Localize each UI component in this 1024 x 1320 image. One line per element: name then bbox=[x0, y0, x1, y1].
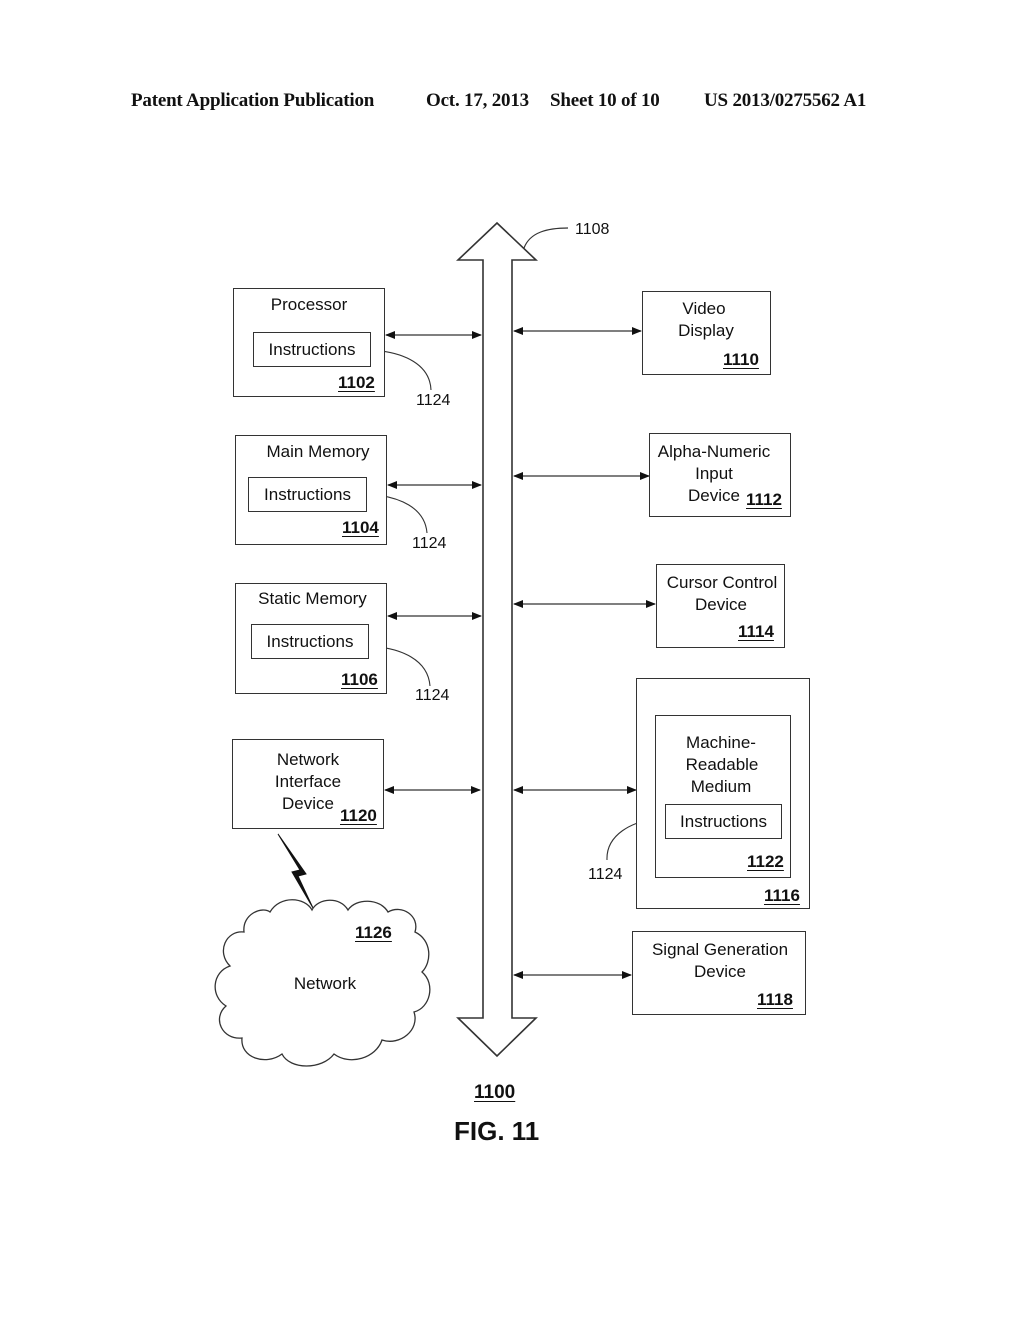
drive-unit-ref: 1116 bbox=[764, 886, 800, 905]
network-ref: 1126 bbox=[355, 923, 392, 942]
processor-label: Processor bbox=[270, 295, 348, 314]
cursor-control-line2: Device bbox=[695, 595, 747, 614]
video-display-line1: Video bbox=[682, 299, 726, 318]
system-bus-arrow bbox=[455, 221, 539, 1058]
alpha-numeric-line1: Alpha-Numeric bbox=[657, 442, 771, 461]
signal-generation-ref: 1118 bbox=[757, 990, 793, 1009]
static-memory-ref: 1106 bbox=[341, 670, 378, 689]
network-label: Network bbox=[293, 974, 357, 993]
signal-generation-line2: Device bbox=[694, 962, 746, 981]
network-interface-line2: Interface bbox=[274, 772, 342, 791]
alpha-numeric-ref: 1112 bbox=[746, 490, 782, 509]
cursor-control-line1: Cursor Control bbox=[666, 573, 778, 592]
medium-instructions-label: Instructions bbox=[680, 812, 767, 831]
video-display-line2: Display bbox=[678, 321, 734, 340]
main-memory-ref: 1104 bbox=[342, 518, 379, 537]
instructions-ref-3: 1124 bbox=[415, 687, 450, 704]
machine-readable-line2: Readable bbox=[685, 755, 759, 774]
video-display-ref: 1110 bbox=[723, 350, 759, 369]
alpha-numeric-line2: Input bbox=[695, 464, 733, 483]
main-memory-label: Main Memory bbox=[266, 442, 370, 461]
processor-instructions-label: Instructions bbox=[268, 340, 356, 359]
network-interface-line1: Network bbox=[276, 750, 340, 769]
static-memory-instructions-label: Instructions bbox=[266, 632, 354, 651]
network-interface-ref: 1120 bbox=[340, 806, 377, 825]
static-memory-label: Static Memory bbox=[258, 589, 367, 608]
machine-readable-line1: Machine- bbox=[686, 733, 756, 752]
alpha-numeric-line3: Device bbox=[688, 486, 740, 505]
cursor-control-ref: 1114 bbox=[738, 622, 774, 641]
signal-generation-line1: Signal Generation bbox=[651, 940, 789, 959]
figure-title: FIG. 11 bbox=[454, 1116, 540, 1146]
main-memory-instructions-label: Instructions bbox=[264, 485, 351, 504]
lightning-icon bbox=[277, 833, 314, 909]
instructions-ref-2: 1124 bbox=[412, 535, 447, 552]
figure-ref: 1100 bbox=[474, 1082, 516, 1103]
instructions-ref-4: 1124 bbox=[588, 866, 623, 883]
instructions-ref-1: 1124 bbox=[416, 392, 451, 409]
bus-ref: 1108 bbox=[575, 221, 610, 238]
processor-ref: 1102 bbox=[338, 373, 375, 392]
machine-readable-ref: 1122 bbox=[747, 852, 784, 871]
bus-ref-leader bbox=[523, 227, 569, 249]
machine-readable-line3: Medium bbox=[690, 777, 752, 796]
